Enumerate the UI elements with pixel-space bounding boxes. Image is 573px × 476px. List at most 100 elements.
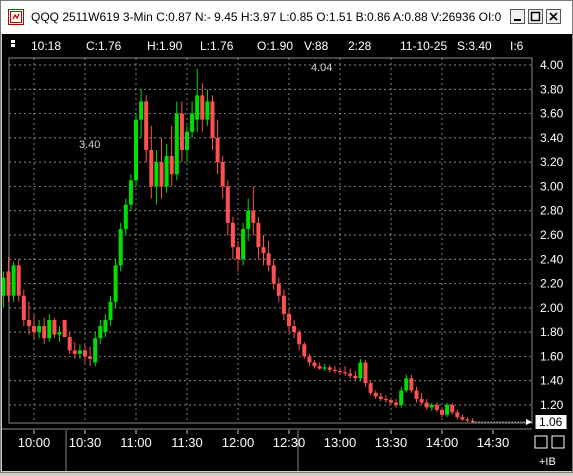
candle-body (164, 156, 169, 187)
candle-body (261, 247, 266, 254)
candle-body (11, 265, 16, 296)
y-tick-label: 3.20 (540, 155, 564, 169)
candle-body (368, 383, 373, 393)
candle-body (93, 338, 98, 363)
info-low: L:1.76 (200, 39, 234, 53)
candle-body (353, 375, 358, 379)
candle-body (174, 113, 179, 175)
candle-body (88, 356, 93, 359)
candle-body (434, 405, 439, 410)
info-volume: V:88 (304, 39, 329, 53)
info-date: 11-10-25 (400, 39, 447, 53)
x-tick-label: 10:00 (18, 435, 51, 450)
candle-body (394, 402, 399, 405)
candle-body (67, 337, 72, 351)
x-tick-label: 11:30 (171, 435, 203, 450)
candle-body (455, 412, 460, 418)
x-tick-label: 10:30 (69, 435, 102, 450)
title-bar: QQQ 2511W619 3-Min C:0.87 N:- 9.45 H:3.9… (1, 1, 572, 35)
candle-body (307, 356, 312, 363)
candlestick-chart: 10:18 C:1.76 H:1.90 L:1.76 O:1.90 V:88 2… (1, 34, 572, 471)
chart-app-icon (8, 9, 24, 25)
candle (16, 259, 21, 302)
window-title: QQQ 2511W619 3-Min C:0.87 N:- 9.45 H:3.9… (31, 10, 502, 24)
x-tick-label: 13:00 (324, 435, 357, 450)
candle (302, 341, 307, 359)
candle-body (322, 367, 327, 369)
info-close: C:1.76 (86, 39, 122, 53)
candle-body (47, 320, 52, 339)
chart-area[interactable]: 10:18 C:1.76 H:1.90 L:1.76 O:1.90 V:88 2… (1, 34, 572, 471)
candle-body (358, 362, 363, 379)
candle-body (312, 362, 317, 367)
candle-body (57, 332, 62, 335)
candle-body (77, 350, 82, 354)
candle-body (389, 400, 393, 403)
candle-body (179, 113, 184, 150)
candle (134, 113, 138, 187)
info-icon (11, 40, 15, 43)
candle-body (195, 95, 200, 120)
maximize-button[interactable] (528, 9, 543, 24)
candle-body (26, 320, 31, 327)
candle-body (429, 405, 434, 408)
candle-body (292, 326, 297, 333)
candle-body (302, 344, 307, 357)
candle (118, 222, 123, 272)
candle-body (52, 320, 57, 335)
candle-body (266, 253, 271, 266)
candle-body (317, 366, 322, 369)
level-annotation: 3.40 (79, 139, 100, 151)
peak-annotation: 4.04 (311, 62, 332, 74)
x-tick-label: 13:30 (375, 435, 408, 450)
y-tick-label: 1.60 (540, 349, 564, 363)
candle-body (378, 396, 383, 399)
candle-body (445, 405, 450, 415)
y-tick-label: 3.40 (540, 131, 564, 145)
candle-body (42, 326, 47, 339)
candle-body (230, 222, 235, 248)
candle-body (205, 101, 210, 120)
candle-body (251, 210, 256, 223)
info-strike: S:3.40 (457, 39, 492, 53)
candle-body (419, 398, 424, 403)
candle (62, 320, 67, 337)
candle-body (327, 367, 332, 370)
candle-body (409, 378, 414, 391)
y-tick-label: 2.80 (540, 204, 564, 218)
candle-body (37, 326, 42, 333)
candle-body (113, 265, 118, 302)
candle-body (246, 210, 251, 229)
candle-body (225, 186, 230, 223)
candle-body (1, 277, 6, 296)
candle-body (338, 371, 342, 373)
candle-body (128, 180, 133, 205)
candle-body (185, 131, 189, 150)
chart-window: QQQ 2511W619 3-Min C:0.87 N:- 9.45 H:3.9… (0, 0, 573, 473)
y-tick-label: 2.60 (540, 228, 564, 242)
plus-ib-button[interactable]: +IB (539, 456, 556, 468)
candle-body (404, 378, 409, 391)
candle-body (414, 390, 419, 399)
candle-body (220, 162, 225, 187)
minimize-button[interactable] (510, 9, 525, 24)
x-tick-label: 12:00 (222, 435, 255, 450)
candle-body (450, 405, 455, 413)
maximize-icon (530, 11, 541, 22)
minimize-icon (514, 19, 521, 21)
candle-body (62, 320, 67, 337)
y-tick-label: 1.80 (540, 325, 564, 339)
candle-body (276, 283, 281, 296)
close-button[interactable] (546, 9, 561, 24)
info-bar: 10:18 C:1.76 H:1.90 L:1.76 O:1.90 V:88 2… (11, 39, 524, 53)
close-icon (549, 12, 558, 21)
candle-body (108, 301, 113, 320)
candle-body (16, 265, 21, 296)
candle-body (271, 265, 276, 284)
x-tick-label: 14:00 (426, 435, 459, 450)
candle-body (21, 295, 26, 320)
candle-body (297, 332, 302, 345)
y-tick-label: 4.00 (540, 58, 564, 72)
candle-body (154, 162, 159, 187)
info-high: H:1.90 (147, 39, 183, 53)
